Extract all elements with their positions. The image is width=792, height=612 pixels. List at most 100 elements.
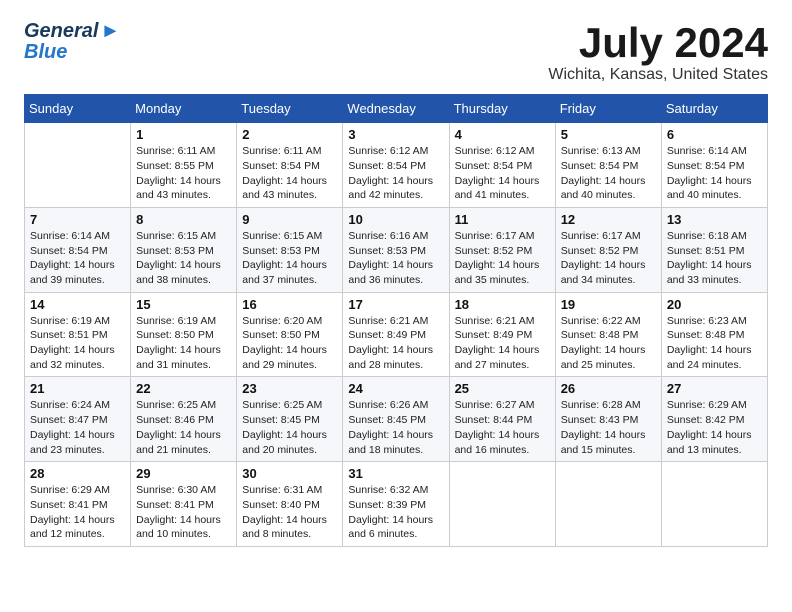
sunrise-text: Sunrise: 6:12 AM [455,144,550,159]
brand-general-text: General [24,20,98,43]
day-info: Sunrise: 6:14 AMSunset: 8:54 PMDaylight:… [667,144,762,203]
sunrise-text: Sunrise: 6:20 AM [242,314,337,329]
sunrise-text: Sunrise: 6:15 AM [242,229,337,244]
day-info: Sunrise: 6:29 AMSunset: 8:41 PMDaylight:… [30,483,125,542]
calendar-cell: 6 Sunrise: 6:14 AMSunset: 8:54 PMDaylight… [661,123,767,208]
calendar-week-row: 21Sunrise: 6:24 AMSunset: 8:47 PMDayligh… [25,377,768,462]
sunset-text: Sunset: 8:53 PM [242,244,337,259]
day-number: 6 [667,127,762,142]
daylight-text: Daylight: 14 hours and 43 minutes. [136,174,231,203]
calendar-cell: 4Sunrise: 6:12 AMSunset: 8:54 PMDaylight… [449,123,555,208]
sunset-text: Sunset: 8:43 PM [561,413,656,428]
sunrise-text: Sunrise: 6:29 AM [30,483,125,498]
sunset-text: Sunset: 8:40 PM [242,498,337,513]
calendar-header-row: SundayMondayTuesdayWednesdayThursdayFrid… [25,95,768,123]
daylight-text: Daylight: 14 hours and 43 minutes. [242,174,337,203]
day-number: 27 [667,381,762,396]
calendar-cell: 16 Sunrise: 6:20 AMSunset: 8:50 PMDayligh… [237,292,343,377]
sunset-text: Sunset: 8:54 PM [348,159,443,174]
day-info: Sunrise: 6:20 AMSunset: 8:50 PMDaylight:… [242,314,337,373]
day-info: Sunrise: 6:21 AMSunset: 8:49 PMDaylight:… [455,314,550,373]
daylight-text: Daylight: 14 hours and 15 minutes. [561,428,656,457]
calendar-cell: 15Sunrise: 6:19 AMSunset: 8:50 PMDayligh… [131,292,237,377]
calendar-cell: 23 Sunrise: 6:25 AMSunset: 8:45 PMDayligh… [237,377,343,462]
calendar-cell: 26Sunrise: 6:28 AMSunset: 8:43 PMDayligh… [555,377,661,462]
daylight-text: Daylight: 14 hours and 40 minutes. [561,174,656,203]
daylight-text: Daylight: 14 hours and 20 minutes. [242,428,337,457]
column-header-sunday: Sunday [25,95,131,123]
calendar-cell: 19Sunrise: 6:22 AMSunset: 8:48 PMDayligh… [555,292,661,377]
calendar-cell: 31Sunrise: 6:32 AMSunset: 8:39 PMDayligh… [343,462,449,547]
calendar-cell: 18 Sunrise: 6:21 AMSunset: 8:49 PMDayligh… [449,292,555,377]
column-header-wednesday: Wednesday [343,95,449,123]
sunset-text: Sunset: 8:54 PM [455,159,550,174]
daylight-text: Daylight: 14 hours and 41 minutes. [455,174,550,203]
daylight-text: Daylight: 14 hours and 23 minutes. [30,428,125,457]
calendar-cell: 30Sunrise: 6:31 AMSunset: 8:40 PMDayligh… [237,462,343,547]
page-subtitle: Wichita, Kansas, United States [548,66,768,84]
calendar-body: 1Sunrise: 6:11 AMSunset: 8:55 PMDaylight… [25,123,768,547]
day-number: 12 [561,212,656,227]
calendar-cell: 29 Sunrise: 6:30 AMSunset: 8:41 PMDayligh… [131,462,237,547]
sunset-text: Sunset: 8:47 PM [30,413,125,428]
sunset-text: Sunset: 8:42 PM [667,413,762,428]
day-number: 9 [242,212,337,227]
header: General ► Blue July 2024 Wichita, Kansas… [24,20,768,84]
calendar-cell [25,123,131,208]
sunrise-text: Sunrise: 6:32 AM [348,483,443,498]
sunrise-text: Sunrise: 6:25 AM [242,398,337,413]
day-number: 29 [136,466,231,481]
day-number: 18 [455,297,550,312]
title-area: July 2024 Wichita, Kansas, United States [548,20,768,84]
sunrise-text: Sunrise: 6:18 AM [667,229,762,244]
day-info: Sunrise: 6:29 AMSunset: 8:42 PMDaylight:… [667,398,762,457]
calendar-cell [449,462,555,547]
day-info: Sunrise: 6:30 AMSunset: 8:41 PMDaylight:… [136,483,231,542]
day-number: 16 [242,297,337,312]
day-info: Sunrise: 6:12 AMSunset: 8:54 PMDaylight:… [348,144,443,203]
sunset-text: Sunset: 8:51 PM [667,244,762,259]
day-info: Sunrise: 6:21 AMSunset: 8:49 PMDaylight:… [348,314,443,373]
day-info: Sunrise: 6:22 AMSunset: 8:48 PMDaylight:… [561,314,656,373]
calendar-cell: 2Sunrise: 6:11 AMSunset: 8:54 PMDaylight… [237,123,343,208]
sunrise-text: Sunrise: 6:26 AM [348,398,443,413]
sunrise-text: Sunrise: 6:15 AM [136,229,231,244]
sunrise-text: Sunrise: 6:29 AM [667,398,762,413]
calendar-cell: 27 Sunrise: 6:29 AMSunset: 8:42 PMDayligh… [661,377,767,462]
day-info: Sunrise: 6:17 AMSunset: 8:52 PMDaylight:… [455,229,550,288]
sunrise-text: Sunrise: 6:11 AM [136,144,231,159]
daylight-text: Daylight: 14 hours and 27 minutes. [455,343,550,372]
day-info: Sunrise: 6:17 AMSunset: 8:52 PMDaylight:… [561,229,656,288]
sunset-text: Sunset: 8:50 PM [242,328,337,343]
sunrise-text: Sunrise: 6:24 AM [30,398,125,413]
sunrise-text: Sunrise: 6:31 AM [242,483,337,498]
day-number: 23 [242,381,337,396]
daylight-text: Daylight: 14 hours and 35 minutes. [455,258,550,287]
sunset-text: Sunset: 8:45 PM [242,413,337,428]
daylight-text: Daylight: 14 hours and 29 minutes. [242,343,337,372]
day-info: Sunrise: 6:15 AMSunset: 8:53 PMDaylight:… [242,229,337,288]
calendar-cell: 12 Sunrise: 6:17 AMSunset: 8:52 PMDayligh… [555,207,661,292]
day-number: 11 [455,212,550,227]
sunrise-text: Sunrise: 6:16 AM [348,229,443,244]
day-info: Sunrise: 6:23 AMSunset: 8:48 PMDaylight:… [667,314,762,373]
sunset-text: Sunset: 8:50 PM [136,328,231,343]
sunrise-text: Sunrise: 6:27 AM [455,398,550,413]
calendar-cell: 21Sunrise: 6:24 AMSunset: 8:47 PMDayligh… [25,377,131,462]
sunrise-text: Sunrise: 6:25 AM [136,398,231,413]
sunset-text: Sunset: 8:49 PM [348,328,443,343]
day-info: Sunrise: 6:13 AMSunset: 8:54 PMDaylight:… [561,144,656,203]
daylight-text: Daylight: 14 hours and 32 minutes. [30,343,125,372]
day-info: Sunrise: 6:12 AMSunset: 8:54 PMDaylight:… [455,144,550,203]
daylight-text: Daylight: 14 hours and 12 minutes. [30,513,125,542]
day-info: Sunrise: 6:26 AMSunset: 8:45 PMDaylight:… [348,398,443,457]
sunrise-text: Sunrise: 6:19 AM [30,314,125,329]
daylight-text: Daylight: 14 hours and 6 minutes. [348,513,443,542]
day-number: 13 [667,212,762,227]
sunset-text: Sunset: 8:55 PM [136,159,231,174]
day-number: 28 [30,466,125,481]
calendar-cell: 9 Sunrise: 6:15 AMSunset: 8:53 PMDaylight… [237,207,343,292]
sunrise-text: Sunrise: 6:12 AM [348,144,443,159]
day-info: Sunrise: 6:14 AMSunset: 8:54 PMDaylight:… [30,229,125,288]
day-number: 26 [561,381,656,396]
